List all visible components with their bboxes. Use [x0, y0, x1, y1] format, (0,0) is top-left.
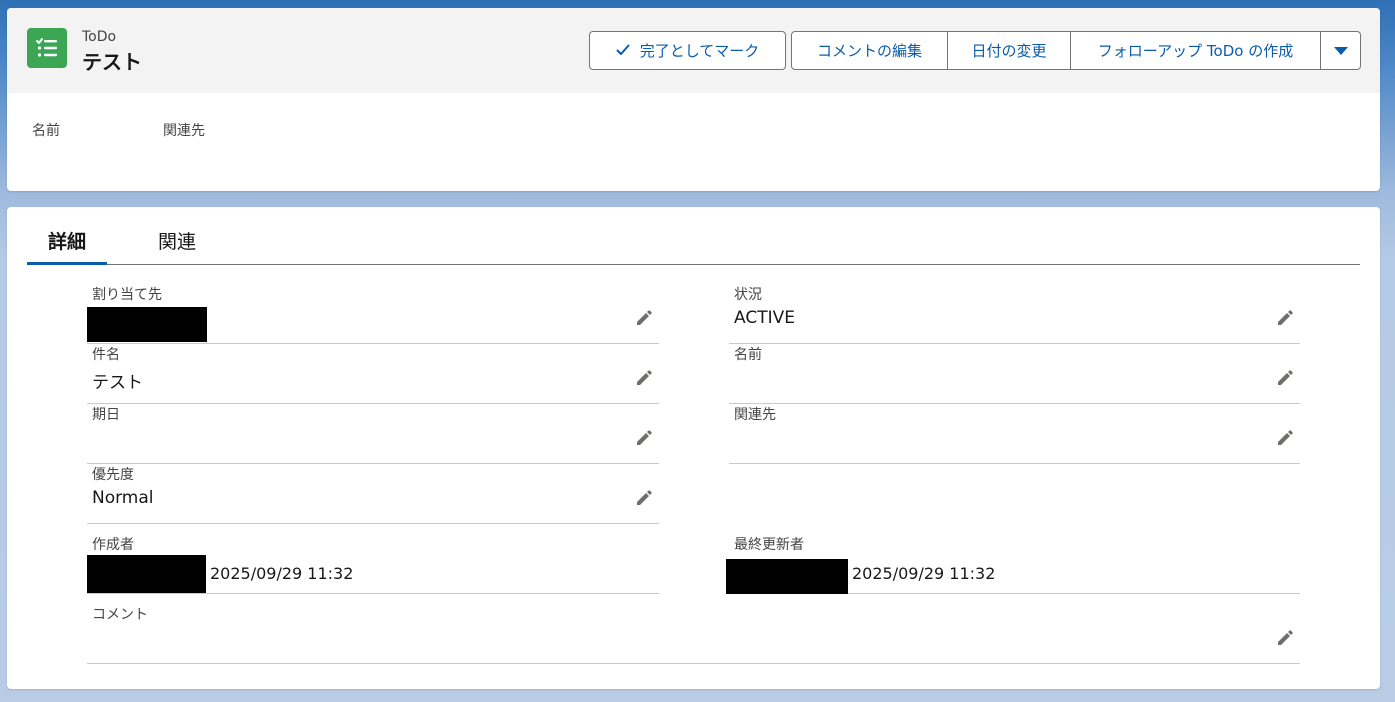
object-label: ToDo	[82, 29, 117, 45]
field-label: コメント	[92, 607, 148, 623]
change-date-button[interactable]: 日付の変更	[948, 31, 1071, 70]
redacted-user	[87, 307, 207, 342]
record-title: テスト	[82, 50, 142, 74]
create-followup-button[interactable]: フォローアップ ToDo の作成	[1071, 31, 1321, 70]
field-assigned-to: 割り当て先	[87, 284, 659, 344]
edit-comment-label: コメントの編集	[816, 42, 922, 60]
mark-complete-label: 完了としてマーク	[639, 42, 760, 60]
highlight-name-label: 名前	[32, 123, 60, 139]
tab-bar: 詳細 関連	[27, 207, 1360, 265]
field-created-by: 作成者 2025/09/29 11:32	[87, 534, 659, 594]
action-bar: 完了としてマーク コメントの編集 日付の変更 フォローアップ ToDo の作成	[589, 31, 1361, 70]
record-header-card: ToDo テスト 完了としてマーク コメントの編集 日付の変更 フォローアップ …	[7, 8, 1380, 191]
record-detail-card: 詳細 関連 割り当て先 件名 テスト 期日 優先度 Normal 作成者 202…	[7, 207, 1380, 689]
field-value: ACTIVE	[734, 308, 795, 328]
pencil-icon[interactable]	[635, 309, 653, 327]
pencil-icon[interactable]	[1276, 369, 1294, 387]
tab-related[interactable]: 関連	[137, 227, 217, 264]
more-actions-button[interactable]	[1321, 31, 1361, 70]
highlight-related-label: 関連先	[163, 123, 205, 139]
pencil-icon[interactable]	[635, 489, 653, 507]
tab-details[interactable]: 詳細	[27, 227, 108, 265]
field-label: 作成者	[92, 537, 134, 553]
check-icon	[616, 42, 630, 60]
chevron-down-icon	[1333, 42, 1348, 60]
field-label: 割り当て先	[92, 287, 162, 303]
pencil-icon[interactable]	[635, 369, 653, 387]
create-followup-label: フォローアップ ToDo の作成	[1097, 42, 1294, 60]
edit-comment-button[interactable]: コメントの編集	[791, 31, 948, 70]
field-status: 状況 ACTIVE	[729, 284, 1300, 344]
field-related-to: 関連先	[729, 404, 1300, 464]
redacted-user	[87, 555, 206, 593]
modified-timestamp: 2025/09/29 11:32	[852, 564, 996, 583]
field-priority: 優先度 Normal	[87, 464, 659, 524]
pencil-icon[interactable]	[1276, 629, 1294, 647]
field-subject: 件名 テスト	[87, 344, 659, 404]
field-label: 状況	[734, 287, 762, 303]
field-due-date: 期日	[87, 404, 659, 464]
field-label: 件名	[92, 347, 120, 363]
field-comment: コメント	[87, 604, 1300, 664]
task-list-icon	[27, 28, 67, 68]
field-label: 優先度	[92, 467, 134, 483]
redacted-user	[726, 559, 848, 594]
field-label: 名前	[734, 347, 762, 363]
created-timestamp: 2025/09/29 11:32	[210, 564, 354, 583]
pencil-icon[interactable]	[1276, 429, 1294, 447]
field-name: 名前	[729, 344, 1300, 404]
pencil-icon[interactable]	[1276, 309, 1294, 327]
change-date-label: 日付の変更	[971, 42, 1047, 60]
field-label: 関連先	[734, 407, 776, 423]
mark-complete-button[interactable]: 完了としてマーク	[589, 31, 786, 70]
field-value: Normal	[92, 488, 154, 508]
field-last-modified-by: 最終更新者 2025/09/29 11:32	[726, 534, 1300, 594]
field-label: 期日	[92, 407, 120, 423]
field-value: テスト	[92, 373, 143, 393]
pencil-icon[interactable]	[635, 429, 653, 447]
field-label: 最終更新者	[734, 537, 804, 553]
